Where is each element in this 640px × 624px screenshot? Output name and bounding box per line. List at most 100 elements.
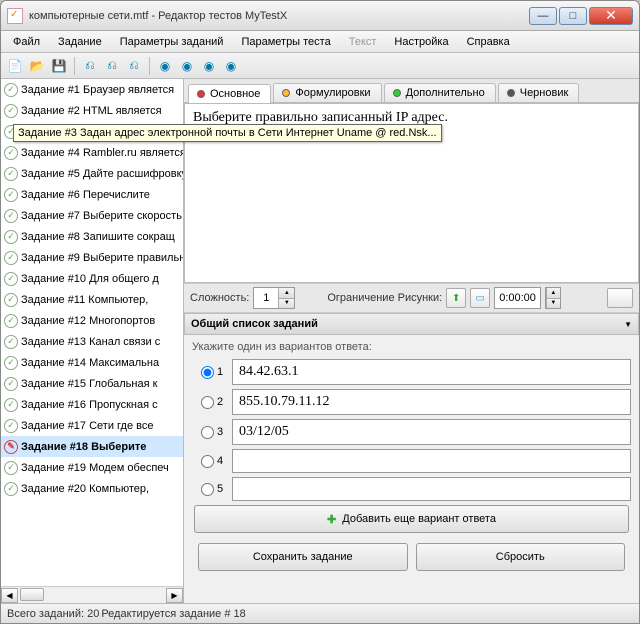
menu-taskparams[interactable]: Параметры заданий	[112, 34, 232, 50]
answer-text[interactable]	[232, 449, 631, 473]
task-item[interactable]: Задание #4 Rambler.ru является	[1, 142, 183, 163]
task-label: Задание #6 Перечислите	[21, 189, 150, 201]
answer-radio[interactable]	[201, 396, 214, 409]
task-check-icon	[4, 440, 18, 454]
spin-up-icon[interactable]: ▲	[278, 288, 294, 299]
task-label: Задание #19 Модем обеспеч	[21, 462, 169, 474]
task-item[interactable]: Задание #7 Выберите скорость	[1, 205, 183, 226]
task-item[interactable]: Задание #13 Канал связи с	[1, 331, 183, 352]
task-check-icon	[4, 104, 18, 118]
menu-task[interactable]: Задание	[50, 34, 110, 50]
add-answer-button[interactable]: ✚ Добавить еще вариант ответа	[194, 505, 629, 533]
pic-view-icon[interactable]: ▭	[470, 288, 490, 308]
circ3-icon[interactable]: ◉	[199, 56, 219, 76]
extra-button[interactable]	[607, 288, 633, 308]
task-label: Задание #7 Выберите скорость	[21, 210, 182, 222]
answer-radio[interactable]	[201, 426, 214, 439]
answer-text[interactable]: 855.10.79.11.12	[232, 389, 631, 415]
save-icon[interactable]: 💾	[49, 56, 69, 76]
answer-radio[interactable]	[201, 455, 214, 468]
tab-main[interactable]: Основное	[188, 84, 271, 103]
task-item[interactable]: Задание #1 Браузер является	[1, 79, 183, 100]
scroll-thumb[interactable]	[20, 588, 44, 601]
task-item[interactable]: Задание #18 Выберите	[1, 436, 183, 457]
difficulty-input[interactable]	[254, 288, 278, 308]
task-item[interactable]: Задание #14 Максимальна	[1, 352, 183, 373]
answer-text[interactable]	[232, 477, 631, 501]
open-icon[interactable]: 📂	[27, 56, 47, 76]
task-label: Задание #11 Компьютер,	[21, 294, 148, 306]
time-down-icon[interactable]: ▼	[546, 299, 560, 309]
circ1-icon[interactable]: ◉	[155, 56, 175, 76]
difficulty-spinner[interactable]: ▲▼	[253, 287, 295, 309]
task-label: Задание #2 HTML является	[21, 105, 162, 117]
task-item[interactable]: Задание #9 Выберите правильн	[1, 247, 183, 268]
tab-formul[interactable]: Формулировки	[273, 83, 381, 102]
limit-label: Ограничение Рисунки:	[327, 292, 442, 304]
task-check-icon	[4, 335, 18, 349]
task-item[interactable]: Задание #15 Глобальная к	[1, 373, 183, 394]
task-item[interactable]: Задание #20 Компьютер,	[1, 478, 183, 499]
task-item[interactable]: Задание #5 Дайте расшифровку	[1, 163, 183, 184]
task-check-icon	[4, 83, 18, 97]
new-icon[interactable]: 📄	[5, 56, 25, 76]
tree1-icon[interactable]: ⎌	[80, 56, 100, 76]
task-item[interactable]: Задание #19 Модем обеспеч	[1, 457, 183, 478]
task-item[interactable]: Задание #2 HTML является	[1, 100, 183, 121]
answer-radio[interactable]	[201, 366, 214, 379]
time-up-icon[interactable]: ▲	[546, 288, 560, 299]
answer-radio[interactable]	[201, 483, 214, 496]
answers-section-header[interactable]: Общий список заданий▼	[184, 313, 639, 335]
reset-button[interactable]: Сбросить	[416, 543, 626, 571]
circ4-icon[interactable]: ◉	[221, 56, 241, 76]
maximize-button[interactable]: □	[559, 7, 587, 25]
task-item[interactable]: Задание #8 Запишите сокращ	[1, 226, 183, 247]
task-item[interactable]: Задание #11 Компьютер,	[1, 289, 183, 310]
task-item[interactable]: Задание #6 Перечислите	[1, 184, 183, 205]
answer-text[interactable]: 84.42.63.1	[232, 359, 631, 385]
dropdown-icon[interactable]: ▼	[624, 320, 632, 329]
task-label: Задание #14 Максимальна	[21, 357, 159, 369]
task-check-icon	[4, 230, 18, 244]
pic-add-icon[interactable]: ⬆	[446, 288, 466, 308]
menu-text: Текст	[341, 34, 385, 50]
task-check-icon	[4, 461, 18, 475]
circ2-icon[interactable]: ◉	[177, 56, 197, 76]
task-check-icon	[4, 377, 18, 391]
menu-help[interactable]: Справка	[459, 34, 518, 50]
task-check-icon	[4, 251, 18, 265]
tab-draft[interactable]: Черновик	[498, 83, 580, 102]
task-item[interactable]: Задание #10 Для общего д	[1, 268, 183, 289]
task-item[interactable]: Задание #17 Сети где все	[1, 415, 183, 436]
menu-file[interactable]: Файл	[5, 34, 48, 50]
task-label: Задание #8 Запишите сокращ	[21, 231, 175, 243]
tree2-icon[interactable]: ⎌	[102, 56, 122, 76]
menubar: Файл Задание Параметры заданий Параметры…	[1, 31, 639, 53]
task-check-icon	[4, 398, 18, 412]
task-label: Задание #1 Браузер является	[21, 84, 174, 96]
answer-number: 5	[217, 483, 223, 495]
answer-row: 5	[192, 477, 631, 501]
params-row: Сложность: ▲▼ Ограничение Рисунки: ⬆ ▭ 0…	[184, 283, 639, 313]
sidebar-hscroll[interactable]: ◀ ▶	[1, 586, 183, 603]
answer-text[interactable]: 03/12/05	[232, 419, 631, 445]
tab-extra[interactable]: Дополнительно	[384, 83, 496, 102]
status-editing: Редактируется задание # 18	[101, 608, 245, 620]
menu-testparams[interactable]: Параметры теста	[233, 34, 338, 50]
menu-settings[interactable]: Настройка	[386, 34, 456, 50]
close-button[interactable]: ✕	[589, 7, 633, 25]
statusbar: Всего заданий: 20 Редактируется задание …	[1, 603, 639, 623]
spin-down-icon[interactable]: ▼	[278, 299, 294, 309]
scroll-right-icon[interactable]: ▶	[166, 588, 183, 603]
tree3-icon[interactable]: ⎌	[124, 56, 144, 76]
answer-row: 184.42.63.1	[192, 359, 631, 385]
task-item[interactable]: Задание #12 Многопортов	[1, 310, 183, 331]
answer-number: 3	[217, 426, 223, 438]
scroll-left-icon[interactable]: ◀	[1, 588, 18, 603]
task-item[interactable]: Задание #16 Пропускная с	[1, 394, 183, 415]
save-task-button[interactable]: Сохранить задание	[198, 543, 408, 571]
time-limit[interactable]: 0:00:00	[494, 287, 541, 309]
answers-prompt: Укажите один из вариантов ответа:	[192, 341, 631, 353]
minimize-button[interactable]: —	[529, 7, 557, 25]
task-label: Задание #20 Компьютер,	[21, 483, 149, 495]
